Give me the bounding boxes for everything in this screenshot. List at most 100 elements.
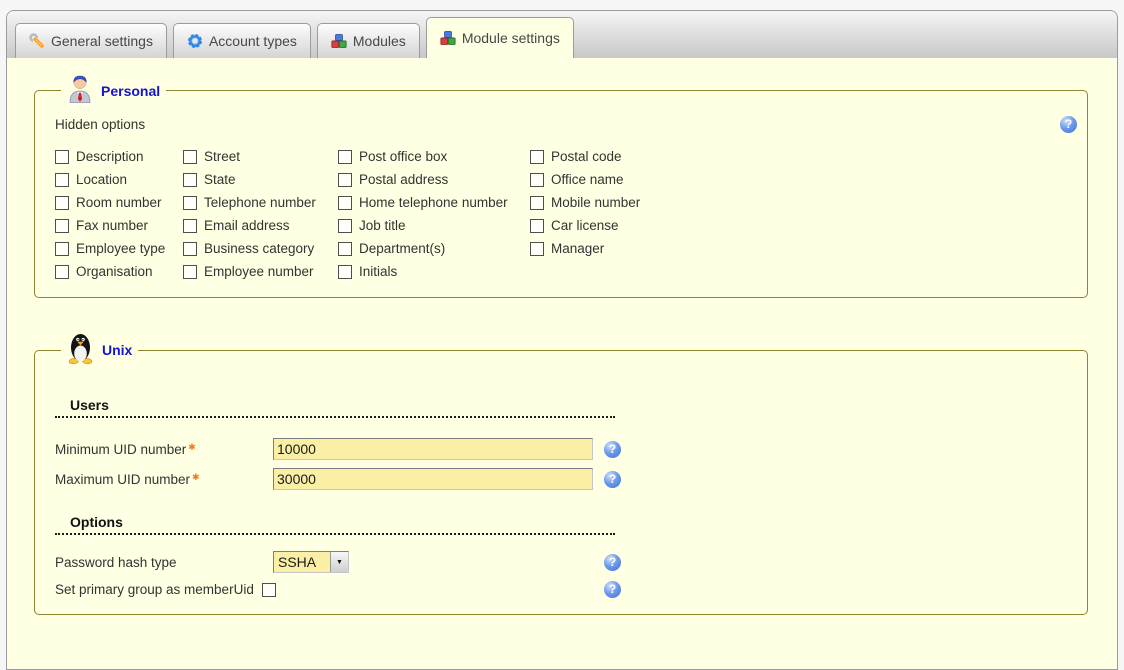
tab-bar: General settings Account types Modul bbox=[7, 11, 1117, 58]
options-subheader: Options bbox=[55, 514, 615, 535]
required-icon: ✱ bbox=[192, 472, 200, 482]
dropdown-arrow-icon[interactable]: ▼ bbox=[330, 552, 348, 572]
gear-icon bbox=[187, 33, 203, 49]
checkbox[interactable] bbox=[183, 173, 197, 187]
checkbox-item: Postal code bbox=[530, 145, 640, 168]
options-subheader-label: Options bbox=[70, 514, 123, 530]
required-icon: ✱ bbox=[188, 442, 196, 452]
person-icon bbox=[67, 73, 93, 108]
checkbox-item: Fax number bbox=[55, 214, 183, 237]
checkbox[interactable] bbox=[55, 196, 69, 210]
checkbox[interactable] bbox=[530, 173, 544, 187]
modules-icon bbox=[331, 33, 347, 49]
checkbox-item: Initials bbox=[338, 260, 530, 283]
password-hash-value: SSHA bbox=[274, 552, 330, 572]
unix-section: Unix Users Minimum UID number✱ ? Maximum… bbox=[34, 331, 1088, 615]
help-icon[interactable]: ? bbox=[604, 471, 621, 488]
checkbox-item: Office name bbox=[530, 168, 640, 191]
users-subheader-label: Users bbox=[70, 397, 109, 413]
tab-general-settings[interactable]: General settings bbox=[15, 23, 167, 58]
checkbox[interactable] bbox=[55, 219, 69, 233]
checkbox[interactable] bbox=[55, 242, 69, 256]
modules-icon bbox=[440, 30, 456, 46]
min-uid-input[interactable] bbox=[273, 438, 593, 460]
checkbox-column: Description Location Room number Fax num… bbox=[55, 145, 183, 283]
tab-label: Modules bbox=[353, 33, 406, 49]
checkbox[interactable] bbox=[530, 219, 544, 233]
hidden-options-row: Hidden options ? bbox=[55, 116, 1077, 133]
checkbox-item: Post office box bbox=[338, 145, 530, 168]
checkbox[interactable] bbox=[338, 265, 352, 279]
checkbox-label: Job title bbox=[359, 218, 406, 233]
min-uid-label: Minimum UID number✱ bbox=[55, 442, 273, 457]
checkbox-item: Description bbox=[55, 145, 183, 168]
help-icon[interactable]: ? bbox=[604, 554, 621, 571]
checkbox-label: Post office box bbox=[359, 149, 447, 164]
checkbox-label: Employee type bbox=[76, 241, 165, 256]
users-subheader: Users bbox=[55, 397, 615, 418]
tab-modules[interactable]: Modules bbox=[317, 23, 420, 58]
member-uid-checkbox[interactable] bbox=[262, 583, 276, 597]
hidden-options-label: Hidden options bbox=[55, 117, 145, 132]
tux-penguin-icon bbox=[67, 331, 94, 369]
checkbox-item: Job title bbox=[338, 214, 530, 237]
password-hash-row: Password hash type SSHA ▼ ? bbox=[55, 551, 621, 573]
max-uid-input[interactable] bbox=[273, 468, 593, 490]
max-uid-label: Maximum UID number✱ bbox=[55, 472, 273, 487]
checkbox-label: Room number bbox=[76, 195, 162, 210]
checkbox-label: Fax number bbox=[76, 218, 148, 233]
checkbox-item: Telephone number bbox=[183, 191, 338, 214]
checkbox-item: Business category bbox=[183, 237, 338, 260]
checkbox-item: Location bbox=[55, 168, 183, 191]
module-settings-panel: Personal Hidden options ? Description Lo… bbox=[7, 58, 1117, 615]
checkbox-item: Car license bbox=[530, 214, 640, 237]
checkbox[interactable] bbox=[55, 150, 69, 164]
checkbox[interactable] bbox=[183, 265, 197, 279]
personal-legend: Personal bbox=[61, 73, 166, 108]
help-icon[interactable]: ? bbox=[1060, 116, 1077, 133]
help-icon[interactable]: ? bbox=[604, 441, 621, 458]
checkbox-label: Description bbox=[76, 149, 144, 164]
checkbox[interactable] bbox=[530, 242, 544, 256]
checkbox-item: State bbox=[183, 168, 338, 191]
checkbox[interactable] bbox=[530, 150, 544, 164]
checkbox-label: State bbox=[204, 172, 236, 187]
tab-account-types[interactable]: Account types bbox=[173, 23, 311, 58]
checkbox-label: Location bbox=[76, 172, 127, 187]
checkbox[interactable] bbox=[338, 219, 352, 233]
checkbox-item: Department(s) bbox=[338, 237, 530, 260]
checkbox[interactable] bbox=[183, 242, 197, 256]
checkbox-label: Postal address bbox=[359, 172, 448, 187]
checkbox-label: Employee number bbox=[204, 264, 314, 279]
checkbox-label: Business category bbox=[204, 241, 314, 256]
checkbox-column: Street State Telephone number Email addr… bbox=[183, 145, 338, 283]
checkbox-column: Post office box Postal address Home tele… bbox=[338, 145, 530, 283]
password-hash-select[interactable]: SSHA ▼ bbox=[273, 551, 349, 573]
tab-module-settings[interactable]: Module settings bbox=[426, 17, 574, 58]
password-hash-label: Password hash type bbox=[55, 555, 273, 570]
help-icon[interactable]: ? bbox=[604, 581, 621, 598]
wrench-icon bbox=[29, 33, 45, 49]
checkbox[interactable] bbox=[183, 150, 197, 164]
tab-label: Account types bbox=[209, 33, 297, 49]
checkbox-column: Postal code Office name Mobile number Ca… bbox=[530, 145, 640, 283]
checkbox-item: Employee type bbox=[55, 237, 183, 260]
checkbox-item: Email address bbox=[183, 214, 338, 237]
checkbox[interactable] bbox=[338, 196, 352, 210]
max-uid-row: Maximum UID number✱ ? bbox=[55, 468, 621, 490]
checkbox[interactable] bbox=[338, 173, 352, 187]
checkbox-label: Initials bbox=[359, 264, 397, 279]
checkbox[interactable] bbox=[55, 173, 69, 187]
checkbox[interactable] bbox=[183, 219, 197, 233]
checkbox-item: Home telephone number bbox=[338, 191, 530, 214]
unix-title: Unix bbox=[102, 342, 132, 358]
checkbox[interactable] bbox=[338, 150, 352, 164]
checkbox[interactable] bbox=[530, 196, 544, 210]
checkbox[interactable] bbox=[55, 265, 69, 279]
checkbox-item: Street bbox=[183, 145, 338, 168]
checkbox[interactable] bbox=[338, 242, 352, 256]
checkbox-label: Car license bbox=[551, 218, 619, 233]
checkbox-label: Manager bbox=[551, 241, 604, 256]
checkbox-label: Department(s) bbox=[359, 241, 445, 256]
checkbox[interactable] bbox=[183, 196, 197, 210]
